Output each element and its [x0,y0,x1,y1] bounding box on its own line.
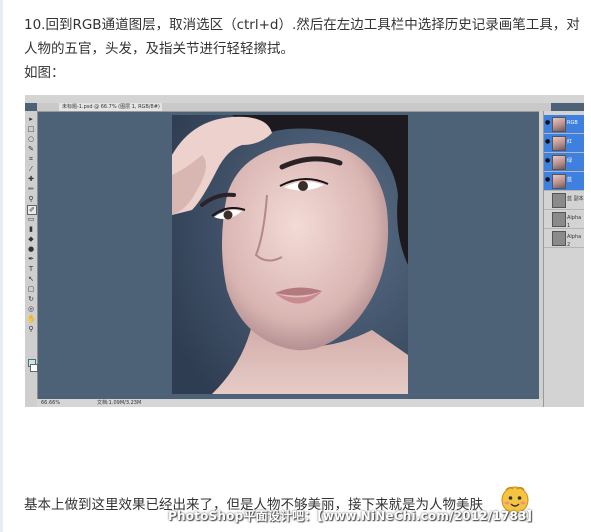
eye-icon[interactable]: ● [545,177,550,183]
quick-select-tool-icon[interactable]: ✎ [27,145,35,153]
crop-tool-icon[interactable]: ⌗ [27,155,35,163]
channel-row-blue-copy[interactable]: 蓝 副本 [544,191,584,210]
background-color-swatch[interactable] [30,364,38,372]
lasso-tool-icon[interactable]: ○ [27,135,35,143]
dodge-tool-icon[interactable]: ● [27,245,35,253]
ps-document-tabbar: 未标题-1.psd @ 66.7% (图层 1, RGB/8#) [37,103,551,112]
3d-orbit-tool-icon[interactable]: ◎ [27,305,35,313]
ps-document-tab[interactable]: 未标题-1.psd @ 66.7% (图层 1, RGB/8#) [59,103,162,111]
channel-label: 蓝 副本 [567,196,584,202]
channel-row-alpha-1[interactable]: Alpha 1 [544,210,584,229]
pen-tool-icon[interactable]: ✒ [27,255,35,263]
marquee-tool-icon[interactable]: □ [27,125,35,133]
channel-label: Alpha 2 [567,234,582,248]
channel-label: RGB [567,120,578,126]
channel-label: 绿 [567,158,573,164]
channel-label: 红 [567,139,573,145]
history-brush-icon[interactable]: ✐ [27,205,37,215]
left-border-rule [0,0,3,532]
step-10-instruction: 10.回到RGB通道图层，取消选区（ctrl+d）.然后在左边工具栏中选择历史记… [24,17,580,57]
eye-icon[interactable]: ● [545,139,550,145]
channels-panel: ● RGB ● 红 ● 绿 ● 蓝 蓝 副本 Alpha 1 Alpha 2 [543,111,584,407]
channel-row-green[interactable]: ● 绿 [544,153,584,172]
channel-thumbnail [552,117,566,132]
photo-canvas[interactable] [172,115,408,394]
channel-row-alpha-2[interactable]: Alpha 2 [544,229,584,248]
ps-status-bar: 66.66% 文档:1.09M/3.23M [37,399,551,407]
move-tool-icon[interactable]: ▸ [27,115,35,123]
channel-row-rgb[interactable]: ● RGB [544,115,584,134]
healing-brush-tool-icon[interactable]: ✚ [27,175,35,183]
channel-thumbnail [552,136,566,151]
clone-stamp-tool-icon[interactable]: ⚲ [27,195,35,203]
ps-tools-panel: ▸ □ ○ ✎ ⌗ ⁄ ✚ ✏ ⚲ ✐ ▭ ▮ ◆ ● ✒ T ↖ ▢ ↻ ◎ … [25,111,38,407]
channel-thumbnail [552,212,566,227]
channel-thumbnail [552,174,566,189]
channel-row-blue[interactable]: ● 蓝 [544,172,584,191]
eye-icon[interactable]: ● [545,120,550,126]
hand-tool-icon[interactable]: ✋ [27,315,36,323]
figure-caption: 如图： [24,65,65,81]
status-doc-size: 文档:1.09M/3.23M [97,400,142,406]
channel-label: 蓝 [567,177,573,183]
status-zoom[interactable]: 66.66% [41,399,60,407]
blur-tool-icon[interactable]: ◆ [27,235,35,243]
brush-tool-icon[interactable]: ✏ [27,185,35,193]
gradient-tool-icon[interactable]: ▮ [27,225,35,233]
channel-thumbnail [552,231,566,246]
eyedropper-tool-icon[interactable]: ⁄ [27,165,35,173]
eye-icon[interactable]: ● [545,158,550,164]
zoom-tool-icon[interactable]: ⚲ [27,325,35,333]
path-select-tool-icon[interactable]: ↖ [27,275,35,283]
channel-thumbnail [552,193,566,208]
shape-tool-icon[interactable]: ▢ [27,285,35,293]
3d-rotate-tool-icon[interactable]: ↻ [27,295,35,303]
portrait-photo [172,115,408,394]
channel-row-red[interactable]: ● 红 [544,134,584,153]
type-tool-icon[interactable]: T [27,265,35,273]
photoshop-screenshot: 未标题-1.psd @ 66.7% (图层 1, RGB/8#) ▸ □ ○ ✎… [25,95,584,407]
channel-label: Alpha 1 [567,215,582,229]
ps-menu-bar [25,95,584,103]
watermark-text: PhotoShop平面设计吧：【www.NiNeChi.com/2012/178… [168,509,539,523]
eraser-tool-icon[interactable]: ▭ [27,215,35,223]
channel-thumbnail [552,155,566,170]
